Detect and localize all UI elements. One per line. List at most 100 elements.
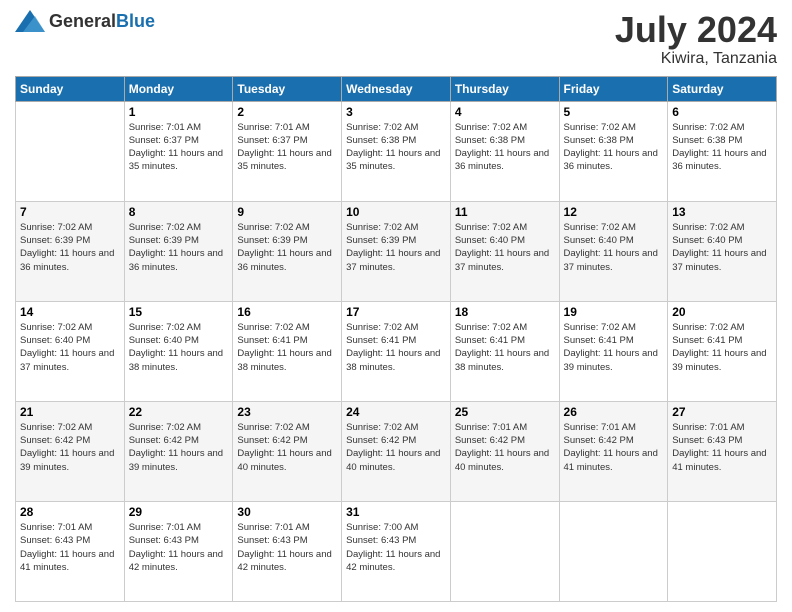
day-cell: 16 Sunrise: 7:02 AM Sunset: 6:41 PM Dayl… xyxy=(233,301,342,401)
sunset: Sunset: 6:43 PM xyxy=(346,535,416,546)
sunset: Sunset: 6:42 PM xyxy=(564,435,634,446)
month-title: July 2024 xyxy=(615,10,777,50)
daylight: Daylight: 11 hours and 39 minutes. xyxy=(129,448,223,472)
day-cell: 25 Sunrise: 7:01 AM Sunset: 6:42 PM Dayl… xyxy=(450,401,559,501)
sunset: Sunset: 6:43 PM xyxy=(20,535,90,546)
day-number: 31 xyxy=(346,505,446,519)
day-number: 12 xyxy=(564,205,664,219)
logo-blue: Blue xyxy=(116,11,155,31)
sunset: Sunset: 6:41 PM xyxy=(564,335,634,346)
day-number: 7 xyxy=(20,205,120,219)
sunrise: Sunrise: 7:02 AM xyxy=(20,422,92,433)
page: GeneralBlue July 2024 Kiwira, Tanzania S… xyxy=(0,0,792,612)
daylight: Daylight: 11 hours and 40 minutes. xyxy=(455,448,549,472)
day-info: Sunrise: 7:01 AM Sunset: 6:42 PM Dayligh… xyxy=(564,421,664,474)
daylight: Daylight: 11 hours and 36 minutes. xyxy=(672,148,766,172)
day-info: Sunrise: 7:02 AM Sunset: 6:39 PM Dayligh… xyxy=(20,221,120,274)
day-number: 21 xyxy=(20,405,120,419)
day-number: 29 xyxy=(129,505,229,519)
day-number: 28 xyxy=(20,505,120,519)
day-info: Sunrise: 7:00 AM Sunset: 6:43 PM Dayligh… xyxy=(346,521,446,574)
day-cell: 6 Sunrise: 7:02 AM Sunset: 6:38 PM Dayli… xyxy=(668,101,777,201)
week-row-2: 7 Sunrise: 7:02 AM Sunset: 6:39 PM Dayli… xyxy=(16,201,777,301)
day-cell: 8 Sunrise: 7:02 AM Sunset: 6:39 PM Dayli… xyxy=(124,201,233,301)
sunrise: Sunrise: 7:01 AM xyxy=(564,422,636,433)
day-cell: 26 Sunrise: 7:01 AM Sunset: 6:42 PM Dayl… xyxy=(559,401,668,501)
day-cell xyxy=(450,501,559,601)
day-number: 24 xyxy=(346,405,446,419)
day-info: Sunrise: 7:02 AM Sunset: 6:40 PM Dayligh… xyxy=(672,221,772,274)
daylight: Daylight: 11 hours and 37 minutes. xyxy=(672,248,766,272)
daylight: Daylight: 11 hours and 36 minutes. xyxy=(564,148,658,172)
sunrise: Sunrise: 7:01 AM xyxy=(129,122,201,133)
sunrise: Sunrise: 7:01 AM xyxy=(237,122,309,133)
daylight: Daylight: 11 hours and 35 minutes. xyxy=(129,148,223,172)
sunrise: Sunrise: 7:02 AM xyxy=(346,322,418,333)
day-cell: 14 Sunrise: 7:02 AM Sunset: 6:40 PM Dayl… xyxy=(16,301,125,401)
day-cell: 3 Sunrise: 7:02 AM Sunset: 6:38 PM Dayli… xyxy=(342,101,451,201)
day-number: 17 xyxy=(346,305,446,319)
daylight: Daylight: 11 hours and 40 minutes. xyxy=(237,448,331,472)
sunset: Sunset: 6:40 PM xyxy=(129,335,199,346)
daylight: Daylight: 11 hours and 39 minutes. xyxy=(564,348,658,372)
daylight: Daylight: 11 hours and 41 minutes. xyxy=(672,448,766,472)
daylight: Daylight: 11 hours and 38 minutes. xyxy=(237,348,331,372)
daylight: Daylight: 11 hours and 37 minutes. xyxy=(564,248,658,272)
sunrise: Sunrise: 7:02 AM xyxy=(129,222,201,233)
day-cell: 13 Sunrise: 7:02 AM Sunset: 6:40 PM Dayl… xyxy=(668,201,777,301)
header: GeneralBlue July 2024 Kiwira, Tanzania xyxy=(15,10,777,68)
day-number: 20 xyxy=(672,305,772,319)
sunset: Sunset: 6:39 PM xyxy=(346,235,416,246)
day-number: 9 xyxy=(237,205,337,219)
sunset: Sunset: 6:37 PM xyxy=(237,135,307,146)
day-info: Sunrise: 7:02 AM Sunset: 6:40 PM Dayligh… xyxy=(455,221,555,274)
week-row-5: 28 Sunrise: 7:01 AM Sunset: 6:43 PM Dayl… xyxy=(16,501,777,601)
day-number: 6 xyxy=(672,105,772,119)
daylight: Daylight: 11 hours and 38 minutes. xyxy=(346,348,440,372)
day-cell: 15 Sunrise: 7:02 AM Sunset: 6:40 PM Dayl… xyxy=(124,301,233,401)
day-info: Sunrise: 7:01 AM Sunset: 6:43 PM Dayligh… xyxy=(672,421,772,474)
sunrise: Sunrise: 7:02 AM xyxy=(672,222,744,233)
day-info: Sunrise: 7:02 AM Sunset: 6:39 PM Dayligh… xyxy=(237,221,337,274)
column-header-thursday: Thursday xyxy=(450,76,559,101)
day-cell: 10 Sunrise: 7:02 AM Sunset: 6:39 PM Dayl… xyxy=(342,201,451,301)
daylight: Daylight: 11 hours and 42 minutes. xyxy=(237,549,331,573)
daylight: Daylight: 11 hours and 38 minutes. xyxy=(129,348,223,372)
day-number: 15 xyxy=(129,305,229,319)
sunrise: Sunrise: 7:02 AM xyxy=(129,422,201,433)
sunset: Sunset: 6:42 PM xyxy=(20,435,90,446)
title-section: July 2024 Kiwira, Tanzania xyxy=(615,10,777,68)
sunset: Sunset: 6:40 PM xyxy=(455,235,525,246)
day-cell: 28 Sunrise: 7:01 AM Sunset: 6:43 PM Dayl… xyxy=(16,501,125,601)
week-row-1: 1 Sunrise: 7:01 AM Sunset: 6:37 PM Dayli… xyxy=(16,101,777,201)
day-cell: 20 Sunrise: 7:02 AM Sunset: 6:41 PM Dayl… xyxy=(668,301,777,401)
day-info: Sunrise: 7:01 AM Sunset: 6:37 PM Dayligh… xyxy=(237,121,337,174)
daylight: Daylight: 11 hours and 36 minutes. xyxy=(20,248,114,272)
day-info: Sunrise: 7:01 AM Sunset: 6:43 PM Dayligh… xyxy=(20,521,120,574)
day-info: Sunrise: 7:02 AM Sunset: 6:42 PM Dayligh… xyxy=(346,421,446,474)
day-info: Sunrise: 7:02 AM Sunset: 6:42 PM Dayligh… xyxy=(129,421,229,474)
week-row-4: 21 Sunrise: 7:02 AM Sunset: 6:42 PM Dayl… xyxy=(16,401,777,501)
day-cell: 22 Sunrise: 7:02 AM Sunset: 6:42 PM Dayl… xyxy=(124,401,233,501)
daylight: Daylight: 11 hours and 39 minutes. xyxy=(20,448,114,472)
day-info: Sunrise: 7:02 AM Sunset: 6:41 PM Dayligh… xyxy=(672,321,772,374)
column-header-tuesday: Tuesday xyxy=(233,76,342,101)
day-number: 4 xyxy=(455,105,555,119)
day-cell: 5 Sunrise: 7:02 AM Sunset: 6:38 PM Dayli… xyxy=(559,101,668,201)
day-number: 3 xyxy=(346,105,446,119)
daylight: Daylight: 11 hours and 37 minutes. xyxy=(20,348,114,372)
sunset: Sunset: 6:38 PM xyxy=(455,135,525,146)
day-number: 27 xyxy=(672,405,772,419)
calendar-header-row: SundayMondayTuesdayWednesdayThursdayFrid… xyxy=(16,76,777,101)
day-cell: 19 Sunrise: 7:02 AM Sunset: 6:41 PM Dayl… xyxy=(559,301,668,401)
day-info: Sunrise: 7:02 AM Sunset: 6:41 PM Dayligh… xyxy=(455,321,555,374)
day-cell: 4 Sunrise: 7:02 AM Sunset: 6:38 PM Dayli… xyxy=(450,101,559,201)
day-info: Sunrise: 7:01 AM Sunset: 6:42 PM Dayligh… xyxy=(455,421,555,474)
day-info: Sunrise: 7:02 AM Sunset: 6:39 PM Dayligh… xyxy=(346,221,446,274)
sunset: Sunset: 6:40 PM xyxy=(20,335,90,346)
day-cell: 18 Sunrise: 7:02 AM Sunset: 6:41 PM Dayl… xyxy=(450,301,559,401)
sunrise: Sunrise: 7:00 AM xyxy=(346,522,418,533)
sunset: Sunset: 6:39 PM xyxy=(20,235,90,246)
sunset: Sunset: 6:40 PM xyxy=(672,235,742,246)
sunrise: Sunrise: 7:02 AM xyxy=(564,222,636,233)
